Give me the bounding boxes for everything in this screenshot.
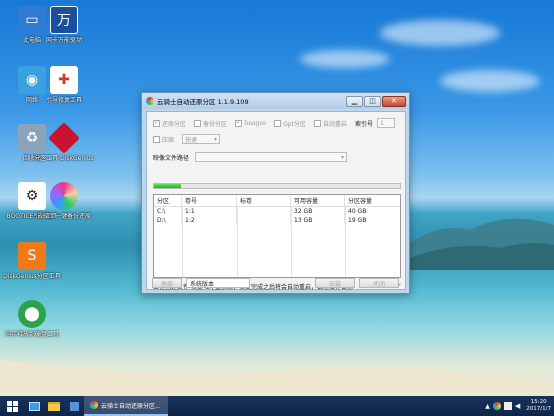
table-cell: C:\ <box>154 207 182 216</box>
clock[interactable]: 15:20 2017/1/7 <box>526 399 551 413</box>
taskbar-desktop-button[interactable] <box>24 396 44 416</box>
image-path-input[interactable]: ▾ <box>195 152 348 162</box>
progress-bar-fill <box>154 184 182 188</box>
table-cell <box>237 216 291 225</box>
close-button[interactable]: 关闭 <box>359 278 399 288</box>
taskbar-diskgenius-button[interactable] <box>64 396 84 416</box>
column-header: 标卷 <box>237 195 291 206</box>
table-row[interactable]: D:\ 1:2 13 GB 19 GB <box>154 216 400 225</box>
index-input[interactable]: 1 <box>376 118 395 128</box>
close-icon: ✕ <box>391 97 397 105</box>
taskbar: 云骑士自动还原分区... ▲ ◀ 15:20 2017/1/7 <box>0 396 554 416</box>
restore-partition-window: 云骑士自动还原分区 1.1.9.109 ▁ ◫ ✕ ✓ 还原分区 备份分区 ✓ … <box>141 92 410 294</box>
checkbox-icon <box>194 119 202 127</box>
column-header: 分区容量 <box>348 198 373 205</box>
partition-table[interactable]: 分区 卷号 标卷 可用容量 分区容量 C:\ 1:1 32 GB 40 GB D… <box>153 194 401 278</box>
column-header: 卷号 <box>182 195 237 206</box>
compress-checkbox[interactable]: 压缩 <box>153 135 174 144</box>
gpt-partition-checkbox[interactable]: Gpt分区 <box>274 119 306 128</box>
table-cell: 32 GB <box>291 207 345 216</box>
restore-button[interactable]: ◫ <box>364 95 381 107</box>
table-cell: 1:1 <box>182 207 237 216</box>
app-logo-icon <box>90 401 98 409</box>
desktop-icon-diskgenius-orange[interactable]: S DiskGenius分区工具 <box>2 242 62 281</box>
backup-partition-radio[interactable]: 备份分区 <box>194 119 227 128</box>
checkbox-icon <box>313 119 321 127</box>
window-title: 云骑士自动还原分区 1.1.9.109 <box>157 98 249 106</box>
checkbox-checked-icon: ✓ <box>153 119 160 127</box>
column-divider <box>182 207 183 277</box>
desktop-icon-memory-tool[interactable]: ⬤ 内存释放到硬盘工具 <box>2 300 62 339</box>
desktop-icon <box>28 401 40 411</box>
compress-select[interactable]: 快速 ▾ <box>182 134 221 144</box>
table-cell: 13 GB <box>291 216 345 225</box>
desktop-icon-yunqishi-backup[interactable]: 云骑士一键备份还原 <box>34 182 94 221</box>
diskgenius-icon <box>48 122 80 154</box>
windows-logo-icon <box>6 400 18 412</box>
tray-app-icon[interactable] <box>492 402 501 410</box>
system-tray: ▲ ◀ 15:20 2017/1/7 <box>485 396 551 416</box>
folder-icon <box>48 401 60 411</box>
checkbox-icon <box>153 135 160 143</box>
close-window-button[interactable]: ✕ <box>382 95 406 107</box>
column-divider <box>291 207 292 277</box>
column-header: 可用容量 <box>291 195 345 206</box>
system-version-field[interactable]: 系统版本 <box>186 278 250 288</box>
boot-repair-icon: ✚ <box>50 66 78 94</box>
chevron-down-icon: ▾ <box>214 135 218 143</box>
desktop-icon-boot-repair[interactable]: ✚ 引导修复工具 <box>34 66 94 105</box>
image-path-label-text: 映像文件路径 <box>153 154 190 162</box>
column-divider <box>237 207 238 277</box>
desktop-icon-diskgenius-red[interactable]: 分区工具 DiskGenius <box>34 122 94 163</box>
cloud <box>380 20 500 46</box>
wan-driver-icon: 万 <box>50 6 78 34</box>
minimize-button[interactable]: ▁ <box>346 95 363 107</box>
progress-bar <box>153 183 401 189</box>
index-label: 索引号 <box>354 120 373 128</box>
diskgenius-taskbar-icon <box>69 401 79 411</box>
tray-volume-icon[interactable]: ◀ <box>515 402 520 410</box>
yunqishi-icon <box>50 182 78 210</box>
images-checkbox[interactable]: ✓ Images <box>235 119 266 127</box>
beach <box>0 360 554 396</box>
cloud <box>300 50 390 68</box>
checkbox-checked-icon: ✓ <box>235 119 243 127</box>
window-titlebar[interactable]: 云骑士自动还原分区 1.1.9.109 ▁ ◫ ✕ <box>142 93 409 109</box>
island-hills <box>390 218 554 270</box>
table-cell: 1:2 <box>182 216 237 225</box>
table-header: 分区 卷号 标卷 可用容量 分区容量 <box>154 195 400 207</box>
window-client-area: ✓ 还原分区 备份分区 ✓ Images Gpt分区 自动重启 索引号 1 压缩… <box>146 111 406 291</box>
tray-network-icon[interactable] <box>503 402 512 410</box>
desktop-icon-wan-driver[interactable]: 万 网卡万能驱动 <box>34 6 94 45</box>
table-row[interactable]: C:\ 1:1 32 GB 40 GB <box>154 207 400 216</box>
advanced-button[interactable]: 高级 <box>152 278 182 288</box>
start-button[interactable] <box>0 396 24 416</box>
table-cell <box>237 207 291 216</box>
cloud <box>440 70 540 92</box>
taskbar-app-restore-partition[interactable]: 云骑士自动还原分区... <box>84 396 168 416</box>
column-divider <box>345 207 346 277</box>
taskbar-explorer-button[interactable] <box>44 396 64 416</box>
restore-partition-radio[interactable]: ✓ 还原分区 <box>153 119 186 128</box>
memory-tool-icon: ⬤ <box>18 300 46 328</box>
column-header: 分区 <box>154 195 182 206</box>
table-cell: 19 GB <box>348 217 367 224</box>
auto-restart-checkbox[interactable]: 自动重启 <box>313 119 347 128</box>
minimize-icon: ▁ <box>351 97 358 105</box>
checkbox-icon <box>274 119 282 127</box>
desktop: ▭ 此电脑 万 网卡万能驱动 ◉ 网络 ✚ 引导修复工具 ♻ 回收站 分区工具 … <box>0 0 554 396</box>
tray-expand-icon[interactable]: ▲ <box>485 403 490 410</box>
chevron-down-icon: ▾ <box>341 153 345 161</box>
install-button[interactable]: 安装 <box>315 278 355 288</box>
diskgenius-orange-icon: S <box>18 242 46 270</box>
table-cell: 40 GB <box>348 208 367 215</box>
restore-icon: ◫ <box>369 97 376 105</box>
app-logo-icon <box>146 97 154 105</box>
table-cell: D:\ <box>154 216 182 225</box>
